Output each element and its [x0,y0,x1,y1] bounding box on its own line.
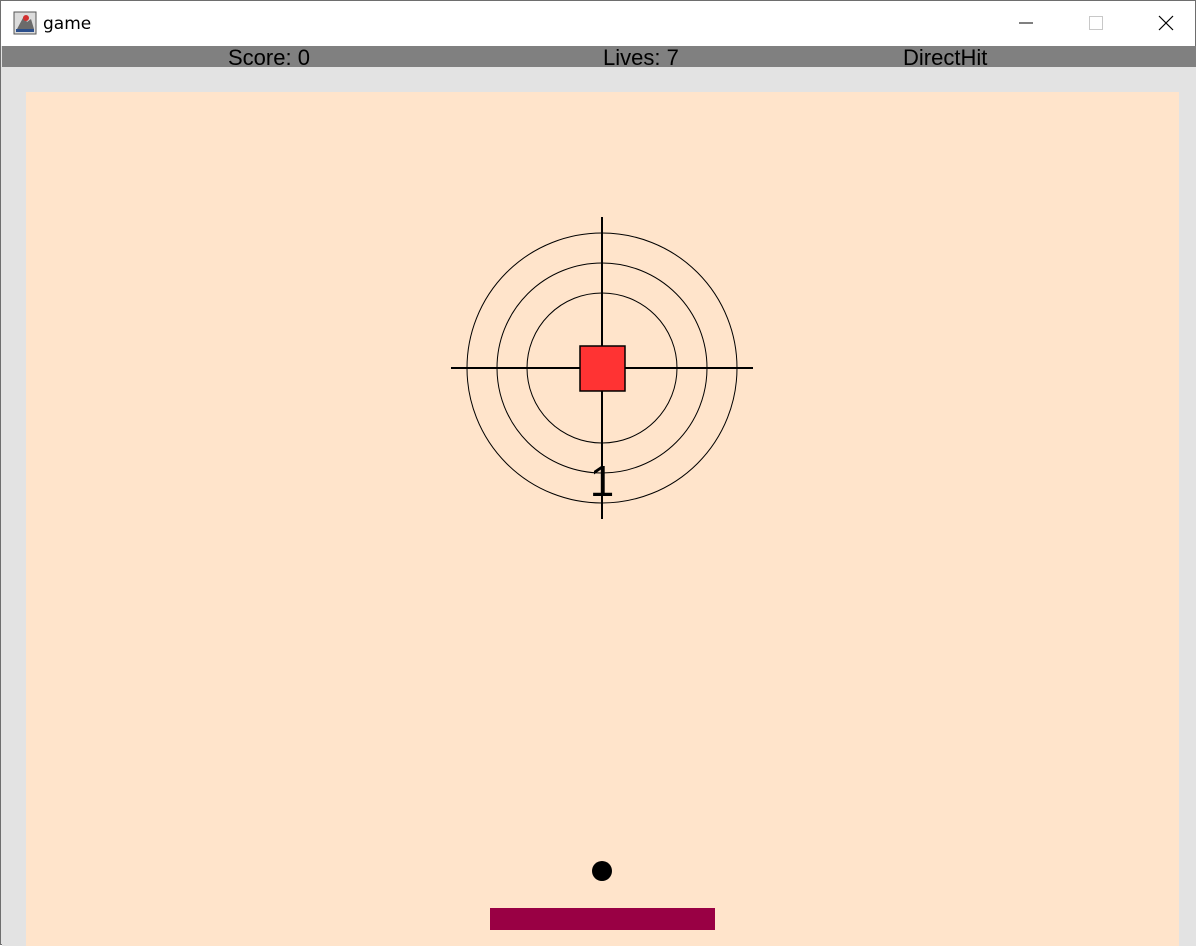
close-button[interactable] [1131,1,1196,46]
ball [592,861,612,881]
target: 1 [451,217,753,519]
maximize-button[interactable] [1061,1,1131,46]
minimize-button[interactable] [991,1,1061,46]
target-counter: 1 [590,457,614,506]
close-icon [1158,15,1174,31]
java-app-icon [13,11,37,35]
target-block [579,345,626,392]
game-scene: 1 [451,217,753,930]
minimize-icon [1019,22,1033,24]
game-window: game Score: 0 Lives: 7 DirectHit 1 [0,0,1196,946]
window-title: game [43,14,92,34]
maximize-icon [1089,16,1103,30]
title-bar[interactable]: game [1,1,1195,46]
paddle[interactable] [490,908,715,930]
game-canvas[interactable]: 1 [26,92,1179,946]
status-bar: Score: 0 Lives: 7 DirectHit [2,46,1196,70]
